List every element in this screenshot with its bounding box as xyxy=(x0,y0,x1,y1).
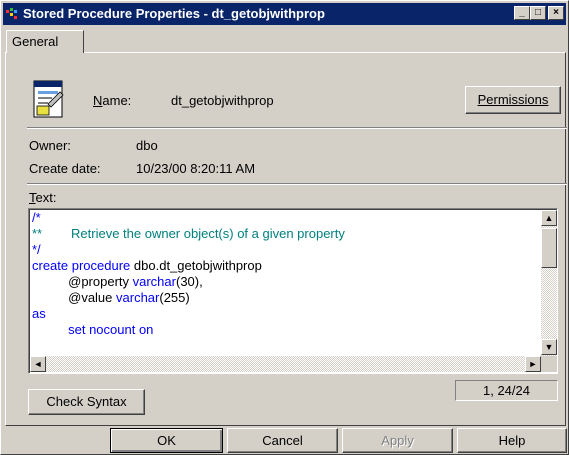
cursor-position: 1, 24/24 xyxy=(455,380,558,401)
window-title: Stored Procedure Properties - dt_getobjw… xyxy=(23,6,325,21)
code-token: @property xyxy=(32,274,133,289)
code-token: */ xyxy=(32,242,41,257)
code-token: varchar xyxy=(132,274,176,289)
code-token: create procedure xyxy=(32,258,134,273)
code-line: @property varchar(30), xyxy=(32,274,540,290)
name-label-text: ame: xyxy=(102,93,132,108)
scrollbar-corner xyxy=(541,356,557,372)
create-date-label: Create date: xyxy=(29,161,101,176)
cancel-button[interactable]: Cancel xyxy=(227,428,338,453)
check-syntax-button[interactable]: Check Syntax xyxy=(28,389,145,415)
scroll-right-button[interactable]: ► xyxy=(525,356,541,372)
scroll-down-button[interactable]: ▼ xyxy=(541,339,557,355)
name-label: Name: xyxy=(93,93,132,108)
separator-top xyxy=(27,127,567,129)
sql-text-editor[interactable]: /* ** Retrieve the owner object(s) of a g… xyxy=(28,208,558,374)
text-label: Text: xyxy=(29,190,57,205)
code-line: */ xyxy=(32,242,540,258)
code-token: varchar xyxy=(116,290,160,305)
code-token: set nocount on xyxy=(32,322,154,337)
tab-general[interactable]: General xyxy=(6,30,84,53)
code-line: ** Retrieve the owner object(s) of a giv… xyxy=(32,226,540,242)
code-token: (255) xyxy=(159,290,190,305)
code-token: @value xyxy=(32,290,117,305)
stored-procedure-icon xyxy=(33,80,64,118)
check-syntax-label: Check Syntax xyxy=(46,394,127,409)
code-line: set nocount on xyxy=(32,322,540,338)
scroll-up-button[interactable]: ▲ xyxy=(541,210,557,226)
code-token: dbo.dt_getobjwithprop xyxy=(133,258,262,273)
owner-value: dbo xyxy=(136,138,158,153)
code-area[interactable]: /* ** Retrieve the owner object(s) of a g… xyxy=(32,210,540,355)
name-value: dt_getobjwithprop xyxy=(171,93,274,108)
scroll-left-button[interactable]: ◄ xyxy=(30,356,46,372)
code-token: Retrieve the owner object(s) of a given … xyxy=(42,226,345,241)
permissions-button-label: Permissions xyxy=(477,92,549,107)
create-date-value: 10/23/00 8:20:11 AM xyxy=(136,161,256,176)
owner-label: Owner: xyxy=(29,138,71,153)
tab-general-label: General xyxy=(12,34,59,49)
dialog-window: Stored Procedure Properties - dt_getobjw… xyxy=(0,0,569,455)
horizontal-scrollbar[interactable]: ◄ ► xyxy=(30,356,541,372)
database-icon xyxy=(6,8,17,19)
apply-button[interactable]: Apply xyxy=(342,428,453,453)
code-token: (30), xyxy=(175,274,203,289)
separator-middle xyxy=(27,183,567,185)
close-button[interactable]: × xyxy=(548,6,564,20)
maximize-button[interactable]: □ xyxy=(530,6,546,20)
minimize-button[interactable]: _ xyxy=(514,6,530,20)
code-token: as xyxy=(32,306,46,321)
code-line: as xyxy=(32,306,540,322)
code-token: ** xyxy=(32,226,43,241)
code-line: create procedure dbo.dt_getobjwithprop xyxy=(32,258,540,274)
help-button[interactable]: Help xyxy=(457,428,567,453)
code-line: /* xyxy=(32,210,540,226)
ok-button[interactable]: OK xyxy=(110,428,223,453)
permissions-button[interactable]: Permissions xyxy=(465,86,561,114)
code-line: @value varchar(255) xyxy=(32,290,540,306)
code-token: /* xyxy=(32,210,41,225)
vertical-scrollbar[interactable]: ▲ ▼ xyxy=(541,210,557,356)
title-bar[interactable]: Stored Procedure Properties - dt_getobjw… xyxy=(3,3,566,25)
vertical-scroll-thumb[interactable] xyxy=(541,228,557,268)
